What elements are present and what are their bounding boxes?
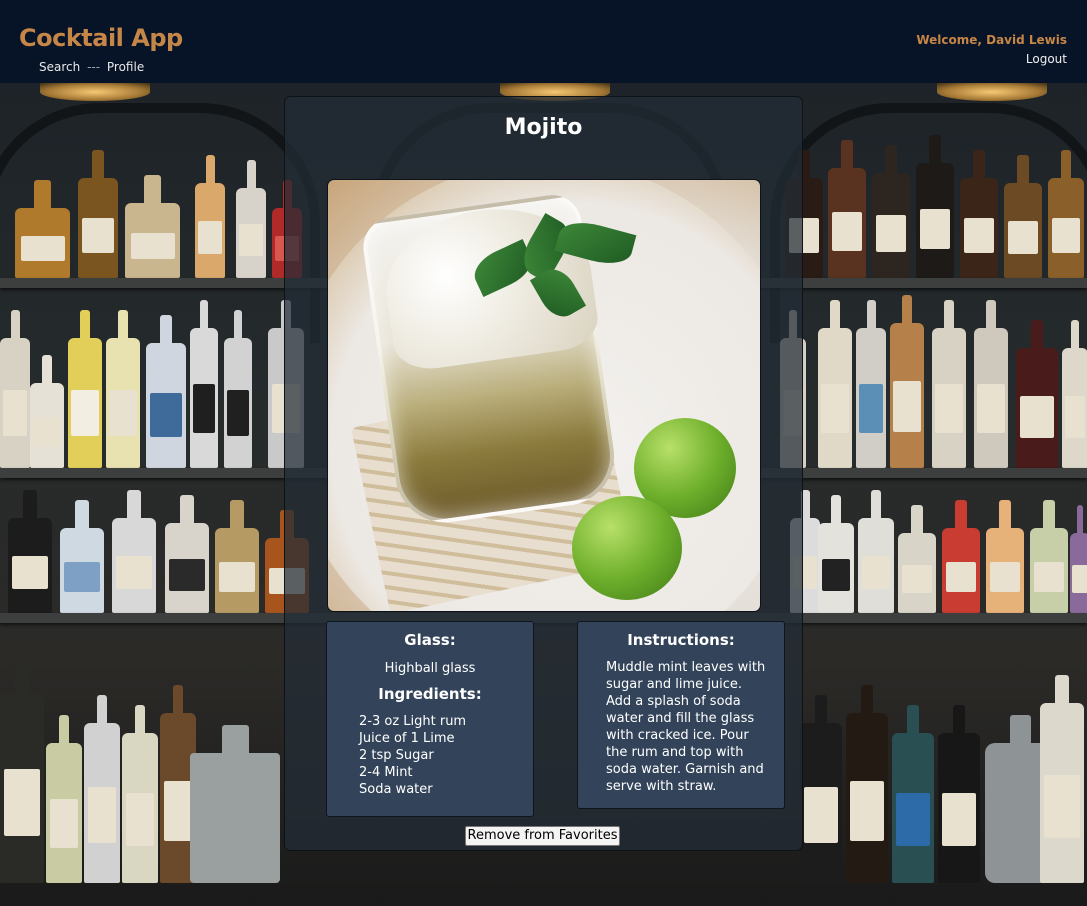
cocktail-detail-card: Mojito Glass: Highball glass Ingredients… [284, 96, 803, 851]
glass-value: Highball glass [384, 661, 476, 676]
ingredient-item: 2-4 Mint [359, 765, 413, 780]
glass-heading: Glass: [404, 631, 456, 649]
nav-search-link[interactable]: Search [39, 60, 80, 74]
app-title[interactable]: Cocktail App [19, 24, 183, 52]
top-header: Cocktail App Search --- Profile Welcome,… [0, 0, 1087, 83]
ingredient-item: Juice of 1 Lime [359, 731, 455, 746]
ingredient-item: 2-3 oz Light rum [359, 714, 467, 729]
nav-links: Search --- Profile [39, 60, 144, 74]
nav-separator: --- [87, 60, 101, 74]
ingredient-item: 2 tsp Sugar [359, 748, 434, 763]
instructions-panel: Instructions: Muddle mint leaves with su… [577, 621, 785, 809]
instructions-heading: Instructions: [627, 631, 735, 649]
ingredient-item: Soda water [359, 782, 433, 797]
cocktail-title: Mojito [504, 115, 583, 140]
remove-from-favorites-button[interactable]: Remove from Favorites [465, 826, 620, 846]
instructions-text: Muddle mint leaves with sugar and lime j… [606, 660, 766, 794]
cocktail-photo [327, 179, 761, 612]
glass-ingredients-panel: Glass: Highball glass Ingredients: 2-3 o… [326, 621, 534, 817]
nav-profile-link[interactable]: Profile [107, 60, 144, 74]
ingredients-heading: Ingredients: [378, 685, 482, 703]
welcome-message: Welcome, David Lewis [916, 33, 1067, 47]
ingredients-list: 2-3 oz Light rum Juice of 1 Lime 2 tsp S… [359, 713, 533, 798]
logout-link[interactable]: Logout [1026, 52, 1067, 66]
